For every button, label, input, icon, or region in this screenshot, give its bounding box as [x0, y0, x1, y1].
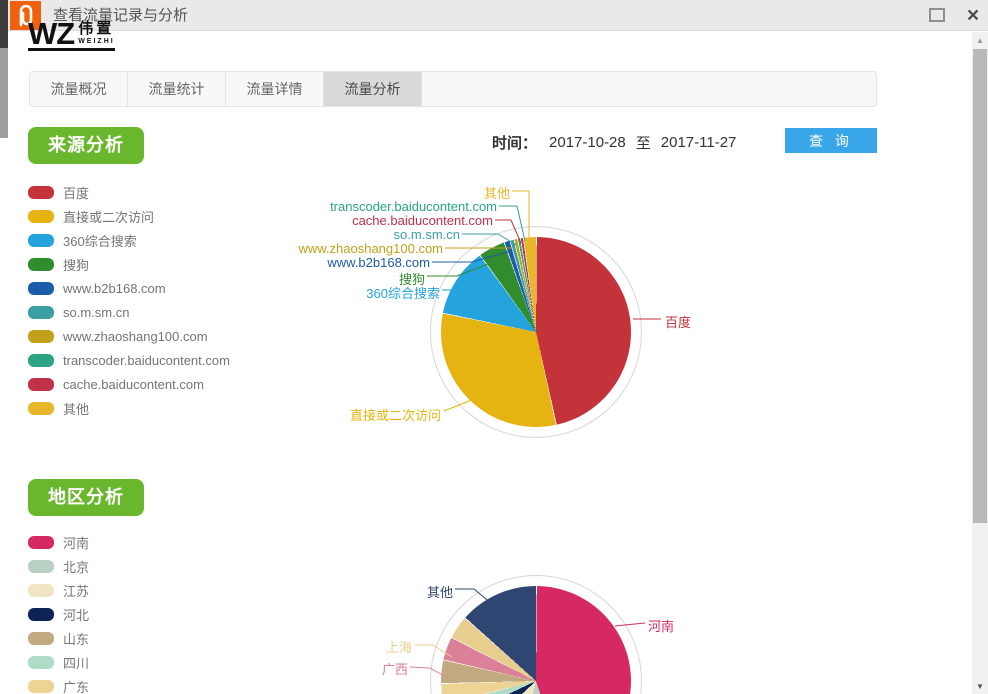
legend-swatch [28, 210, 54, 223]
legend-label: 河南 [63, 533, 89, 552]
tab-traffic-analysis[interactable]: 流量分析 [324, 72, 422, 106]
legend-item[interactable]: www.b2b168.com [28, 276, 230, 300]
close-icon[interactable]: × [962, 0, 984, 31]
legend-item[interactable]: 直接或二次访问 [28, 204, 230, 228]
time-label: 时间： [492, 132, 537, 153]
to-label: 至 [636, 132, 651, 153]
legend-item[interactable]: 360综合搜索 [28, 228, 230, 252]
pie-slice-label: cache.baiducontent.com [352, 213, 493, 228]
tab-traffic-overview[interactable]: 流量概况 [30, 72, 128, 106]
legend-swatch [28, 186, 54, 199]
traffic-analysis-dialog: 查看流量记录与分析 × WZ 伟置 WEIZHI 流量概况 流量统计 流量详情 … [0, 0, 988, 694]
legend-item[interactable]: 广东 [28, 674, 89, 694]
legend-label: so.m.sm.cn [63, 305, 129, 320]
legend-item[interactable]: 百度 [28, 180, 230, 204]
legend-label: 广东 [63, 677, 89, 694]
legend-swatch [28, 632, 54, 645]
source-pie-chart[interactable] [441, 237, 631, 427]
legend-swatch [28, 330, 54, 343]
legend-item[interactable]: 山东 [28, 626, 89, 650]
legend-swatch [28, 354, 54, 367]
tab-traffic-details[interactable]: 流量详情 [226, 72, 324, 106]
legend-swatch [28, 536, 54, 549]
legend-swatch [28, 402, 54, 415]
pie-slice-label: 其他 [427, 582, 453, 601]
site-logo-short: WZ [28, 21, 74, 47]
legend-item[interactable]: 河南 [28, 530, 89, 554]
date-filter: 时间： 2017-10-28 至 2017-11-27 [492, 132, 742, 153]
legend-item[interactable]: 河北 [28, 602, 89, 626]
page-background-strip [0, 0, 8, 48]
pie-slice-label: 360综合搜索 [366, 283, 440, 302]
end-date-field[interactable]: 2017-11-27 [661, 134, 737, 151]
tab-traffic-stats[interactable]: 流量统计 [128, 72, 226, 106]
legend-label: www.b2b168.com [63, 281, 166, 296]
legend-label: 其他 [63, 399, 89, 418]
legend-label: cache.baiducontent.com [63, 377, 204, 392]
source-legend: 百度直接或二次访问 360综合搜索搜狗 www.b2b168.com so.m.sm.… [28, 180, 230, 420]
legend-label: transcoder.baiducontent.com [63, 353, 230, 368]
pie-slice-label: 河南 [648, 616, 674, 635]
dialog-titlebar: 查看流量记录与分析 × [8, 0, 988, 31]
legend-swatch [28, 584, 54, 597]
site-logo-en: WEIZHI [78, 37, 115, 46]
region-legend: 河南北京江苏河北山东四川广东 [28, 530, 89, 694]
scroll-down-icon[interactable]: ▼ [972, 680, 988, 694]
pie-slice-label: www.b2b168.com [327, 255, 430, 270]
legend-item[interactable]: www.zhaoshang100.com [28, 324, 230, 348]
legend-label: 直接或二次访问 [63, 207, 154, 226]
legend-swatch [28, 680, 54, 693]
site-logo: WZ 伟置 WEIZHI [28, 21, 115, 51]
legend-swatch [28, 234, 54, 247]
legend-label: 百度 [63, 183, 89, 202]
legend-label: 360综合搜索 [63, 231, 137, 250]
legend-item[interactable]: 北京 [28, 554, 89, 578]
legend-swatch [28, 560, 54, 573]
legend-swatch [28, 378, 54, 391]
scroll-up-icon[interactable]: ▲ [972, 34, 988, 48]
query-button[interactable]: 查 询 [785, 128, 877, 153]
legend-item[interactable]: cache.baiducontent.com [28, 372, 230, 396]
maximize-button[interactable] [929, 8, 945, 22]
start-date-field[interactable]: 2017-10-28 [549, 134, 626, 151]
pie-slice-label: 广西 [382, 659, 408, 678]
legend-label: 搜狗 [63, 255, 89, 274]
scrollbar: ▲ ▼ [972, 32, 988, 694]
source-analysis-header: 来源分析 [28, 127, 144, 164]
region-analysis-header: 地区分析 [28, 479, 144, 516]
legend-label: 山东 [63, 629, 89, 648]
legend-item[interactable]: transcoder.baiducontent.com [28, 348, 230, 372]
legend-swatch [28, 282, 54, 295]
page-background-strip [0, 48, 8, 138]
pie-slice-label: www.zhaoshang100.com [298, 241, 443, 256]
legend-swatch [28, 656, 54, 669]
legend-item[interactable]: so.m.sm.cn [28, 300, 230, 324]
legend-item[interactable]: 其他 [28, 396, 230, 420]
legend-swatch [28, 608, 54, 621]
scrollbar-thumb[interactable] [973, 49, 987, 523]
legend-swatch [28, 306, 54, 319]
legend-label: 河北 [63, 605, 89, 624]
legend-swatch [28, 258, 54, 271]
traffic-tabs: 流量概况 流量统计 流量详情 流量分析 [29, 71, 877, 107]
legend-label: 北京 [63, 557, 89, 576]
pie-slice-label: 上海 [386, 637, 412, 656]
site-logo-cn: 伟置 [78, 21, 115, 37]
legend-label: 江苏 [63, 581, 89, 600]
pie-slice-label: 百度 [665, 312, 691, 331]
legend-item[interactable]: 江苏 [28, 578, 89, 602]
legend-label: www.zhaoshang100.com [63, 329, 208, 344]
legend-item[interactable]: 搜狗 [28, 252, 230, 276]
pie-slice-label: 直接或二次访问 [350, 405, 441, 424]
legend-label: 四川 [63, 653, 89, 672]
pie-slice-label: so.m.sm.cn [394, 227, 460, 242]
legend-item[interactable]: 四川 [28, 650, 89, 674]
pie-slice-label: transcoder.baiducontent.com [330, 199, 497, 214]
